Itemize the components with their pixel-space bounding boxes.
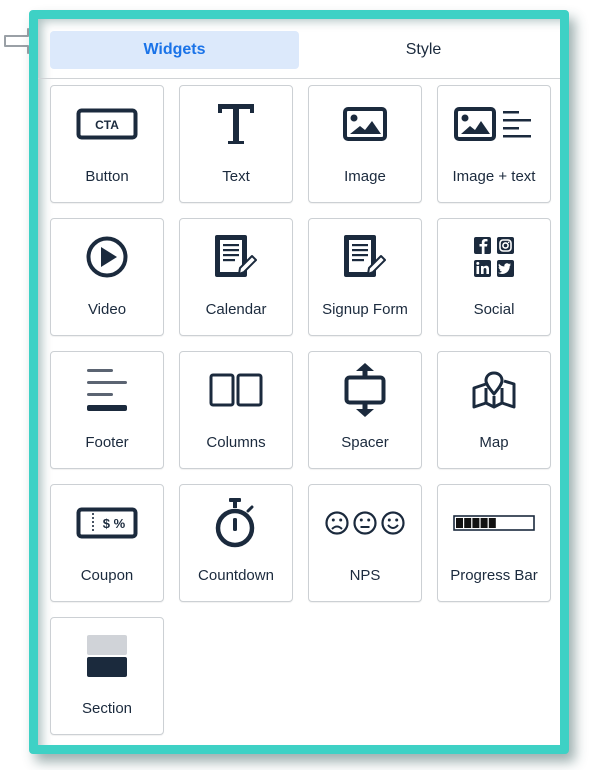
widget-columns[interactable]: Columns (179, 351, 293, 469)
happy-face-icon (381, 511, 405, 535)
widget-label: Signup Form (322, 301, 408, 318)
widget-calendar[interactable]: Calendar (179, 218, 293, 336)
widget-spacer[interactable]: Spacer (308, 351, 422, 469)
footer-lines-icon (51, 366, 163, 414)
image-text-icon (438, 100, 550, 148)
progress-bar-icon (438, 499, 550, 547)
nps-faces-icon (309, 499, 421, 547)
widget-label: Coupon (80, 567, 134, 584)
widget-coupon[interactable]: $ % Coupon (50, 484, 164, 602)
widget-nps[interactable]: NPS (308, 484, 422, 602)
columns-icon (180, 366, 292, 414)
widget-label: Spacer (341, 434, 389, 451)
widget-label: Calendar (205, 301, 267, 318)
widget-button[interactable]: CTA Button (50, 85, 164, 203)
section-icon (51, 632, 163, 680)
widget-label: Image (344, 168, 386, 185)
widget-section[interactable]: Section (50, 617, 164, 735)
widget-label: Video (87, 301, 127, 318)
widget-label: Countdown (198, 567, 274, 584)
text-icon (180, 100, 292, 148)
widget-label: Text (222, 168, 250, 185)
progress-segment (472, 518, 480, 528)
widget-progress-bar[interactable]: Progress Bar (437, 484, 551, 602)
widget-label: Image + text (452, 168, 536, 185)
widget-label: Social (473, 301, 515, 318)
widget-label: Columns (206, 434, 266, 451)
spacer-icon (309, 363, 421, 417)
progress-segment (480, 518, 488, 528)
progress-segment (456, 518, 463, 528)
widget-label: Progress Bar (450, 567, 538, 584)
widget-countdown[interactable]: Countdown (179, 484, 293, 602)
widget-social[interactable]: Social (437, 218, 551, 336)
image-icon (309, 100, 421, 148)
widget-text[interactable]: Text (179, 85, 293, 203)
progress-segment (488, 518, 496, 528)
svg-text:$ %: $ % (103, 516, 126, 531)
play-icon (51, 233, 163, 281)
instagram-icon (497, 237, 514, 254)
tab-style[interactable]: Style (299, 31, 548, 69)
facebook-icon (474, 237, 491, 254)
widgets-panel: Widgets Style CTA Button Text Image Imag… (29, 10, 569, 754)
widget-label: Footer (85, 434, 129, 451)
widget-image[interactable]: Image (308, 85, 422, 203)
cta-button-icon: CTA (51, 100, 163, 148)
widget-label: Map (479, 434, 509, 451)
neutral-face-icon (353, 511, 377, 535)
svg-text:CTA: CTA (95, 118, 119, 132)
widget-label: Section (81, 700, 133, 717)
tab-divider (38, 78, 560, 79)
progress-segment (464, 518, 472, 528)
widget-map[interactable]: Map (437, 351, 551, 469)
tab-bar: Widgets Style (50, 31, 548, 69)
widget-label: Button (85, 168, 129, 185)
widget-footer[interactable]: Footer (50, 351, 164, 469)
document-edit-icon (180, 233, 292, 281)
sad-face-icon (325, 511, 349, 535)
linkedin-icon (474, 260, 491, 277)
widget-image-text[interactable]: Image + text (437, 85, 551, 203)
social-icons (438, 233, 550, 281)
document-edit-icon (309, 233, 421, 281)
stopwatch-icon (180, 498, 292, 548)
widget-video[interactable]: Video (50, 218, 164, 336)
widget-grid: CTA Button Text Image Image + text Video… (50, 85, 551, 735)
tab-widgets[interactable]: Widgets (50, 31, 299, 69)
coupon-icon: $ % (51, 499, 163, 547)
widget-signup-form[interactable]: Signup Form (308, 218, 422, 336)
widget-label: NPS (349, 567, 381, 584)
map-icon (438, 366, 550, 414)
twitter-icon (497, 260, 514, 277)
